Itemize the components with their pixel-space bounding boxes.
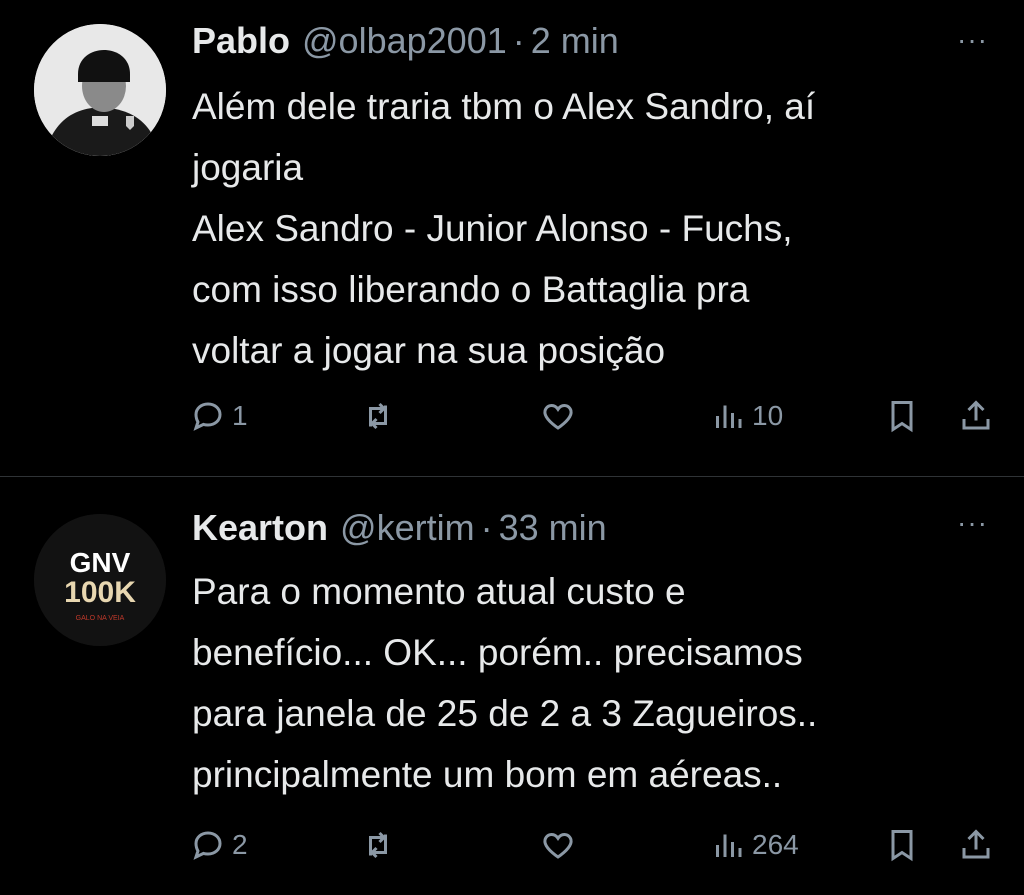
bookmark-icon [891,401,913,433]
action-bar: 2 264 [0,827,1024,867]
views-button[interactable]: 10 [710,398,783,434]
tweet-text-line: para janela de 25 de 2 a 3 Zagueiros.. [192,693,818,734]
like-button[interactable] [540,398,576,434]
author-handle[interactable]: @olbap2001 [302,20,507,62]
tweet[interactable]: GNV 100K GALO NA VEIA Kearton @kertim · … [0,477,1024,895]
views-count: 10 [752,400,784,431]
share-icon [962,400,990,430]
reply-icon [193,402,222,431]
avatar-text-top: GNV [70,547,131,578]
share-button[interactable] [958,398,994,434]
reply-count: 1 [232,400,248,431]
timestamp[interactable]: 2 min [531,20,619,62]
like-button[interactable] [540,827,576,863]
more-options-icon[interactable]: ··· [957,24,988,56]
tweet-text-line: Alex Sandro - Junior Alonso - Fuchs, [192,208,793,249]
tweet-text-line: benefício... OK... porém.. precisamos [192,632,803,673]
action-bar: 1 10 [0,398,1024,438]
bookmark-button[interactable] [884,827,920,863]
tweet-text: Além dele traria tbm o Alex Sandro, aí j… [192,76,992,381]
avatar[interactable]: GNV 100K GALO NA VEIA [34,514,166,646]
separator-dot: · [512,20,525,61]
views-icon [716,834,742,857]
tweet-text-line: com isso liberando o Battaglia pra [192,269,750,310]
author-name[interactable]: Pablo [192,20,290,62]
heart-icon [543,832,573,859]
timestamp[interactable]: 33 min [499,507,607,549]
tweet-text-line: jogaria [192,147,304,188]
tweet-header: Kearton @kertim · 33 min [192,507,607,557]
more-options-icon[interactable]: ··· [957,507,988,539]
tweet-text-line: principalmente um bom em aéreas.. [192,754,783,795]
retweet-icon [369,402,387,430]
views-button[interactable]: 264 [710,827,799,863]
separator-dot: · [480,507,493,548]
heart-icon [543,403,573,430]
retweet-button[interactable] [360,398,396,434]
avatar-photo [34,24,166,156]
bookmark-icon [891,830,913,862]
avatar-text-bottom: 100K [64,576,136,609]
reply-button[interactable]: 1 [190,398,248,434]
avatar-tag: GALO NA VEIA [76,615,125,622]
retweet-icon [369,831,387,859]
views-icon [716,405,742,428]
retweet-button[interactable] [360,827,396,863]
author-handle[interactable]: @kertim [340,507,475,549]
tweet-text-line: Para o momento atual custo e [192,571,686,612]
tweet-text: Para o momento atual custo e benefício..… [192,561,992,805]
tweet[interactable]: Pablo @olbap2001 · 2 min ··· Além dele t… [0,0,1024,476]
tweet-text-line: Além dele traria tbm o Alex Sandro, aí [192,86,816,127]
share-icon [962,829,990,859]
avatar[interactable] [34,24,166,156]
reply-count: 2 [232,829,248,860]
author-name[interactable]: Kearton [192,507,328,549]
tweet-header: Pablo @olbap2001 · 2 min [192,20,619,70]
share-button[interactable] [958,827,994,863]
avatar-logo: GNV 100K GALO NA VEIA [34,514,166,646]
reply-icon [193,831,222,860]
reply-button[interactable]: 2 [190,827,248,863]
tweet-text-line: voltar a jogar na sua posição [192,330,666,371]
bookmark-button[interactable] [884,398,920,434]
views-count: 264 [752,829,799,860]
